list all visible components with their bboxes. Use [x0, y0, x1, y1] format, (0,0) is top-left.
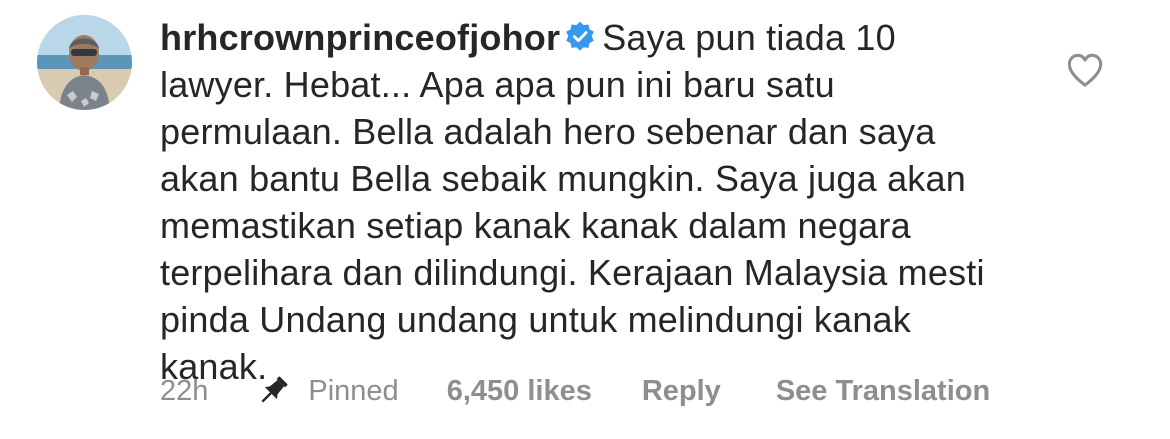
comment-text: Saya pun tiada 10 lawyer. Hebat... Apa a…	[160, 17, 985, 387]
reply-button[interactable]: Reply	[642, 375, 721, 408]
comment-body: hrhcrownprinceofjohor Saya pun tiada 10 …	[160, 14, 990, 390]
verified-badge-icon	[566, 21, 594, 51]
avatar-photo	[37, 15, 132, 110]
avatar[interactable]	[37, 15, 132, 110]
comment-item: hrhcrownprinceofjohor Saya pun tiada 10 …	[0, 0, 1170, 439]
comment-time: 22h	[160, 374, 209, 407]
pin-icon	[261, 376, 288, 403]
see-translation-button[interactable]: See Translation	[776, 375, 990, 408]
username[interactable]: hrhcrownprinceofjohor	[160, 17, 560, 58]
likes-count[interactable]: 6,450 likes	[447, 375, 592, 408]
pinned-label: Pinned	[308, 374, 399, 407]
heart-outline-icon[interactable]	[1066, 52, 1104, 88]
comment-meta-row: 22h Pinned 6,450 likes Reply See Transla…	[160, 369, 990, 413]
